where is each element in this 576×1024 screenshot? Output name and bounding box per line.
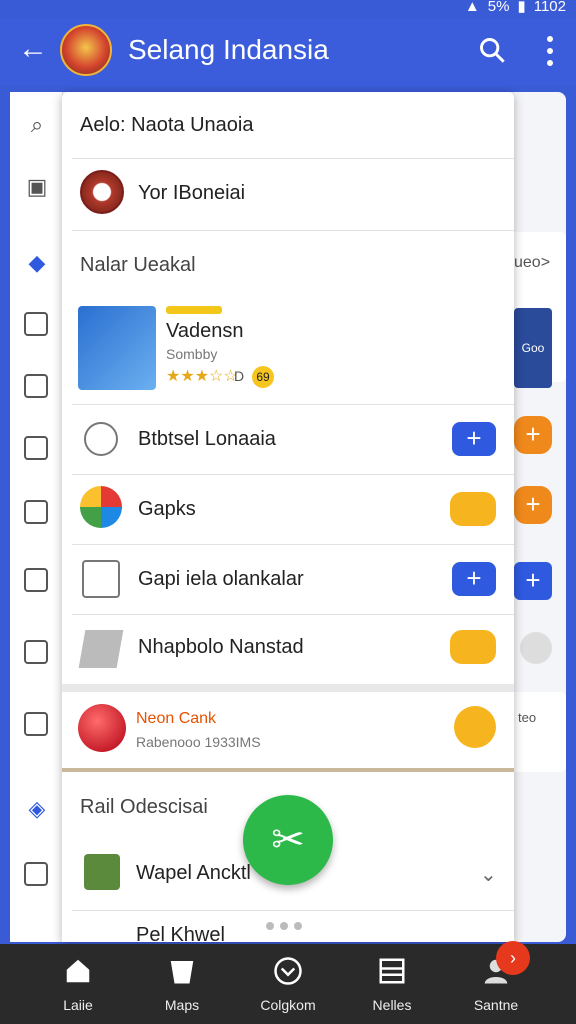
nav-label: Santne: [473, 997, 519, 1013]
add-button[interactable]: +: [514, 562, 552, 600]
account-row[interactable]: Yor IBoneiai: [62, 158, 514, 230]
status-bar: ▲ 5% ▮ 1102: [0, 0, 576, 18]
chevron-down-icon[interactable]: ⌄: [480, 862, 497, 887]
list-item[interactable]: Nhapbolo Nanstad: [62, 614, 514, 684]
home-icon: [66, 959, 90, 983]
list-icon: [379, 958, 405, 984]
rating-text: D: [234, 368, 245, 384]
add-button[interactable]: +: [452, 422, 496, 456]
app-title: Selang Indansia: [128, 34, 329, 65]
clock: 1102: [533, 0, 566, 15]
promo-subtitle: Rabenooo 1933IMS: [136, 734, 261, 750]
search-row-text: Aelo: Naota Unaoia: [80, 114, 254, 136]
add-button[interactable]: +: [514, 416, 552, 454]
pager-dots: [266, 922, 302, 930]
nav-label: Laiie: [63, 997, 93, 1013]
nav-item[interactable]: Maps: [132, 944, 232, 1024]
cube-icon: [78, 630, 124, 668]
notification-badge[interactable]: ›: [496, 941, 530, 975]
app-logo: [60, 24, 112, 76]
account-avatar: [80, 170, 124, 214]
list-item-label: Btbtsel Lonaaia: [138, 428, 276, 450]
list-item[interactable]: Btbtsel Lonaaia +: [62, 404, 514, 474]
action-button[interactable]: [450, 492, 496, 526]
featured-badge: [166, 306, 222, 314]
promo-row[interactable]: Neon Cank Rabenooo 1933IMS: [62, 692, 514, 768]
account-name: Yor IBoneiai: [138, 182, 246, 204]
gear-icon: [84, 422, 118, 456]
rating-stars: ★★★☆☆: [166, 368, 238, 385]
nav-item[interactable]: Laiie: [28, 944, 128, 1024]
search-row[interactable]: Aelo: Naota Unaoia: [62, 92, 514, 158]
featured-title: Vadensn: [166, 320, 244, 342]
list-item[interactable]: Gapi iela olankalar +: [62, 544, 514, 614]
more-vert-icon[interactable]: [546, 36, 554, 66]
nav-label: Maps: [164, 997, 200, 1013]
bucket-icon: [170, 961, 194, 984]
list-item[interactable]: Gapks: [62, 474, 514, 544]
section-gap: [62, 684, 514, 692]
nav-label: Colgkom: [260, 997, 316, 1013]
section-header: Nalar Ueakal: [80, 254, 196, 276]
section-header: Rail Odescisai: [80, 796, 208, 818]
nav-item[interactable]: Colgkom: [238, 944, 338, 1024]
list-item-label: Nhapbolo Nanstad: [138, 636, 304, 658]
featured-subtitle: Sombby: [166, 346, 218, 362]
promo-add-button[interactable]: [454, 706, 496, 748]
promo-title: Neon Cank: [136, 710, 217, 727]
add-button[interactable]: +: [452, 562, 496, 596]
list-row-label: Pel Khwel: [136, 924, 225, 942]
avatar: [84, 854, 120, 890]
circle-button[interactable]: [520, 632, 552, 664]
list-item-label: Gapi iela olankalar: [138, 568, 304, 590]
section-gap: [62, 768, 514, 772]
app-bar: ← Selang Indansia: [0, 18, 576, 86]
battery-percent: 5%: [487, 0, 510, 15]
fab-button[interactable]: ✂: [243, 795, 333, 885]
back-arrow-icon[interactable]: ←: [18, 34, 48, 64]
list-row-label: Wapel Ancktl: [136, 862, 251, 884]
chevron-circle-icon: [274, 957, 302, 985]
battery-icon: ▮: [517, 0, 526, 15]
promo-icon: [78, 704, 126, 752]
app-icon: [80, 486, 122, 528]
signal-icon: ▲: [464, 0, 480, 15]
bottom-nav: Laiie Maps Colgkom Nelles Santne: [0, 944, 576, 1024]
search-icon[interactable]: [478, 36, 506, 64]
person-frame-icon: [82, 560, 120, 598]
nav-item[interactable]: Nelles: [342, 944, 442, 1024]
featured-app-thumbnail: [78, 306, 156, 390]
nav-label: Nelles: [372, 997, 412, 1013]
rating-score: 69: [252, 366, 274, 388]
list-item-label: Gapks: [138, 498, 196, 520]
action-button[interactable]: [450, 630, 496, 664]
featured-app-row[interactable]: Vadensn Sombby ★★★☆☆ D 69: [62, 300, 514, 400]
add-button[interactable]: +: [514, 486, 552, 524]
